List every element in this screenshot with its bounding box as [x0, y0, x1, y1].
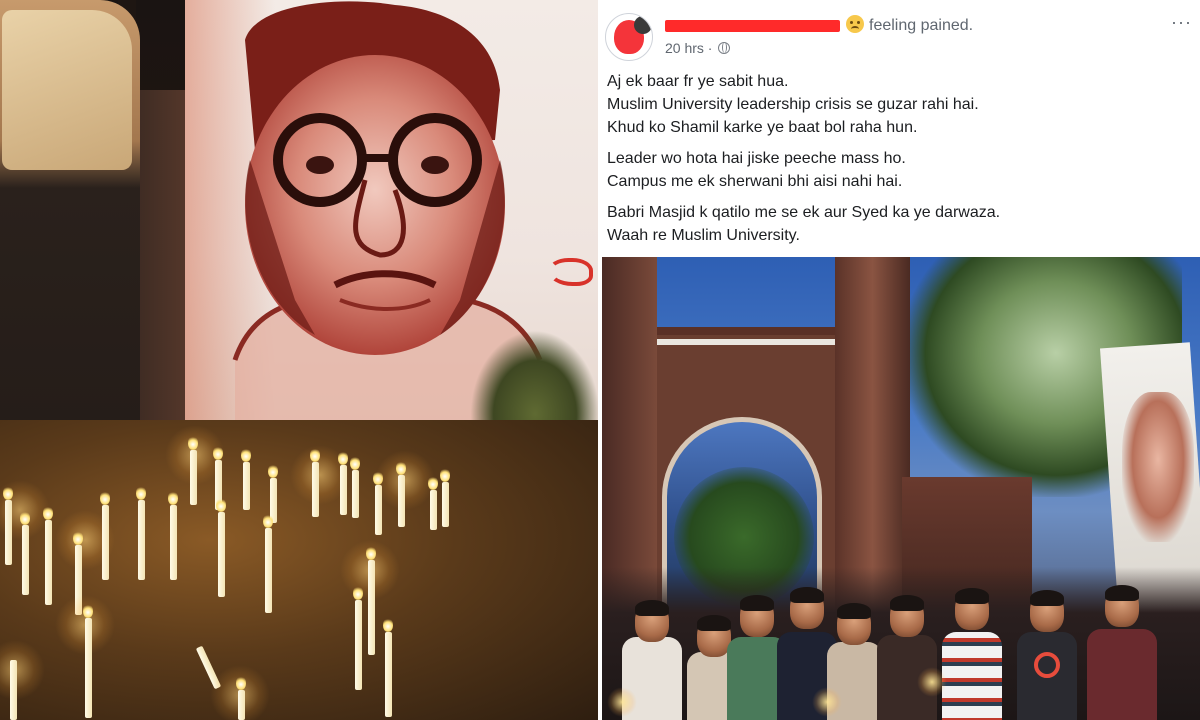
candle [170, 505, 177, 580]
post-text: Aj ek baar fr ye sabit hua. Muslim Unive… [607, 70, 1192, 255]
candle [368, 560, 375, 655]
candle-flame [366, 546, 376, 560]
banner-logo-mark [548, 258, 593, 286]
candle-flame [310, 448, 320, 462]
candle-flame [353, 586, 363, 600]
candle-flame [20, 511, 30, 525]
candle-flame [440, 468, 450, 482]
post-line: Leader wo hota hai jiske peeche mass ho. [607, 150, 906, 167]
banner-portrait [1122, 392, 1194, 542]
post-header: feeling pained. [665, 15, 973, 35]
candle-flame [383, 618, 393, 632]
candle-flame [136, 486, 146, 500]
candle-flame [268, 464, 278, 478]
sad-face-icon [846, 15, 864, 33]
candle [102, 505, 109, 580]
meta-separator: · [703, 40, 717, 56]
gate-vigil-photo[interactable] [602, 257, 1200, 720]
candle-flame [428, 476, 438, 490]
candle-flame [73, 531, 83, 545]
left-vigil-photo[interactable] [0, 0, 598, 720]
candle-flame [241, 448, 251, 462]
person-hair [837, 603, 871, 619]
candle [85, 618, 92, 718]
candle-flame [83, 604, 93, 618]
candle-flame [338, 451, 348, 465]
candle-flame [216, 498, 226, 512]
person-hair [790, 587, 824, 603]
candle [22, 525, 29, 595]
candle-glow [917, 667, 947, 697]
candle-flame [100, 491, 110, 505]
candle [385, 632, 392, 717]
person-body-striped [942, 632, 1002, 720]
post-paragraph: Leader wo hota hai jiske peeche mass ho.… [607, 147, 1192, 193]
candle [430, 490, 437, 530]
person-hair [697, 615, 731, 631]
author-name-redacted[interactable] [665, 19, 840, 32]
candle-flame [43, 506, 53, 520]
candle [5, 500, 12, 565]
candle-flame [168, 491, 178, 505]
more-options-icon[interactable]: ··· [1171, 12, 1192, 33]
person-hair [635, 600, 669, 616]
candle [355, 600, 362, 690]
candle-glow [812, 687, 842, 717]
feeling-text: feeling pained. [869, 17, 974, 34]
avatar[interactable] [605, 13, 653, 61]
person-hair [740, 595, 774, 611]
post-line: Khud ko Shamil karke ye baat bol raha hu… [607, 119, 918, 136]
candle-flame [263, 514, 273, 528]
post-line: Babri Masjid k qatilo me se ek aur Syed … [607, 204, 1001, 221]
person-hair [1030, 590, 1064, 606]
candle [265, 528, 272, 613]
candle [442, 482, 449, 527]
candle-flame [236, 676, 246, 690]
candle [218, 512, 225, 597]
candle-flame [3, 486, 13, 500]
candle [45, 520, 52, 605]
person-hair [1105, 585, 1139, 601]
avatar-detail [634, 16, 652, 34]
person-hair [890, 595, 924, 611]
candle [398, 475, 405, 527]
candle-flame [188, 436, 198, 450]
person-shirt [2, 10, 132, 170]
candle-flame [396, 461, 406, 475]
post-meta: 20 hrs · [665, 40, 731, 56]
candle-flame [213, 446, 223, 460]
post-line: Muslim University leadership crisis se g… [607, 96, 979, 113]
candle [138, 500, 145, 580]
facebook-post: feeling pained. ··· 20 hrs · Aj ek baar … [600, 0, 1200, 255]
shirt-logo [1034, 652, 1060, 678]
post-line: Campus me ek sherwani bhi aisi nahi hai. [607, 173, 903, 190]
post-paragraph: Babri Masjid k qatilo me se ek aur Syed … [607, 201, 1192, 247]
candle [352, 470, 359, 518]
candle-flame [350, 456, 360, 470]
candle [10, 660, 17, 720]
candle-glow [375, 450, 435, 510]
post-line: Aj ek baar fr ye sabit hua. [607, 73, 789, 90]
person-hair [955, 588, 989, 604]
candle [238, 690, 245, 720]
globe-icon[interactable] [718, 42, 731, 54]
post-timestamp[interactable]: 20 hrs [665, 40, 704, 56]
candle [340, 465, 347, 515]
person-body [1087, 629, 1157, 720]
candle [190, 450, 197, 505]
candle [312, 462, 319, 517]
candle [243, 462, 250, 510]
candle-glow [607, 687, 637, 717]
post-line: Waah re Muslim University. [607, 227, 800, 244]
post-paragraph: Aj ek baar fr ye sabit hua. Muslim Unive… [607, 70, 1192, 139]
